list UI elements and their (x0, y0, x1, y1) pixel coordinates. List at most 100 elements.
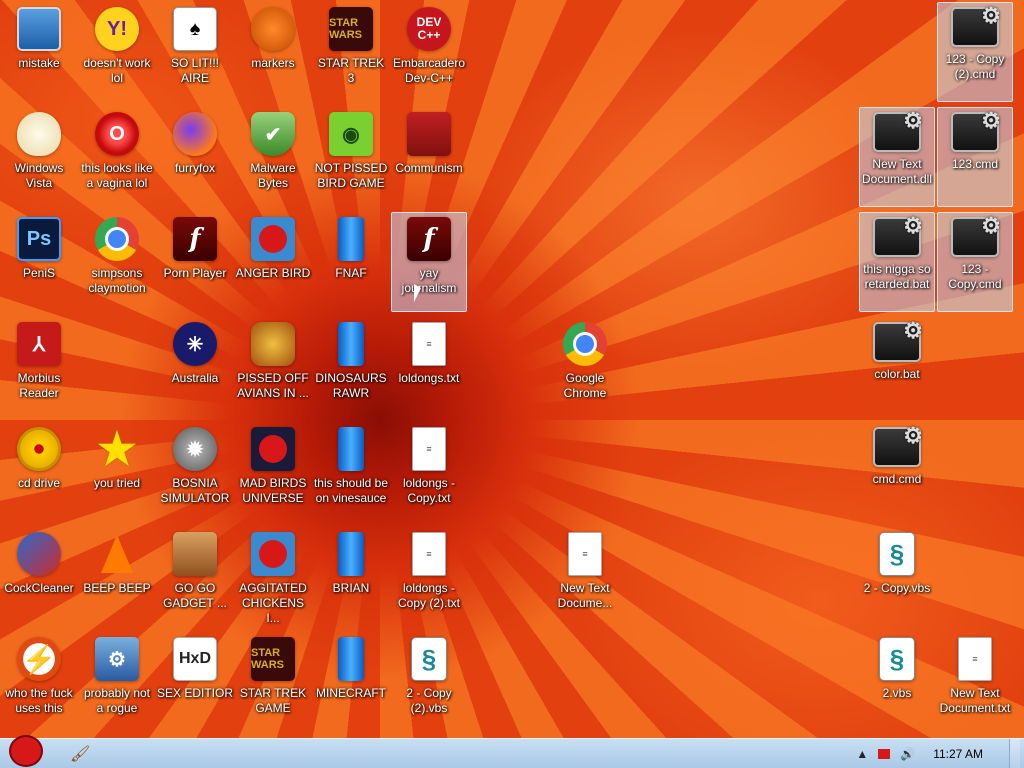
app-icon (951, 3, 1001, 47)
app-icon (951, 108, 1001, 152)
desktop-icon[interactable]: DINOSAURS RAWR (313, 317, 389, 417)
desktop-icon[interactable]: f yay journalism (391, 212, 467, 312)
desktop-icon[interactable]: ⅄ Morbius Reader (1, 317, 77, 417)
desktop-icon[interactable]: 123 - Copy.cmd (937, 212, 1013, 312)
desktop-icon[interactable]: ≡ loldongs.txt (391, 317, 467, 417)
app-icon (873, 213, 923, 257)
app-icon (563, 322, 607, 366)
desktop-icon-label: 123 - Copy (2).cmd (945, 52, 1005, 81)
desktop-icon[interactable]: STAR WARS STAR TREK 3 (313, 2, 389, 102)
desktop-icon[interactable]: DEV C++ Embarcadero Dev-C++ (391, 2, 467, 102)
desktop-icon[interactable]: Communism (391, 107, 467, 207)
desktop-icon[interactable]: STAR WARS STAR TREK GAME (235, 632, 311, 732)
desktop-icon[interactable]: PISSED OFF AVIANS IN ... (235, 317, 311, 417)
desktop-icon[interactable]: ≡ loldongs - Copy.txt (391, 422, 467, 522)
desktop-icon[interactable]: § 2 - Copy (2).vbs (391, 632, 467, 732)
desktop-icon[interactable]: Google Chrome (547, 317, 623, 417)
flag-icon[interactable] (878, 749, 891, 759)
desktop-icon[interactable]: ✹ BOSNIA SIMULATOR (157, 422, 233, 522)
desktop-icon[interactable]: BEEP BEEP (79, 527, 155, 627)
desktop-icon[interactable]: ♠ SO LIT!!! AIRE (157, 2, 233, 102)
desktop-icon[interactable]: ≡ loldongs - Copy (2).txt (391, 527, 467, 627)
desktop-icon-label: BOSNIA SIMULATOR (160, 476, 230, 505)
app-icon: § (879, 532, 915, 576)
desktop-icon[interactable]: ⚙ probably not a rogue (79, 632, 155, 732)
desktop-icon-label: loldongs - Copy (2).txt (397, 581, 460, 610)
desktop-icon[interactable]: color.bat (859, 317, 935, 417)
desktop-icon[interactable]: ≡ New Text Docume... (547, 527, 623, 627)
desktop-icon[interactable]: simpsons claymotion (79, 212, 155, 312)
desktop-icon[interactable]: ✳ Australia (157, 317, 233, 417)
desktop-icon[interactable]: Othis looks like a vagina lol (79, 107, 155, 207)
desktop-icon-label: color.bat (874, 367, 920, 381)
app-icon (338, 217, 364, 261)
quick-launch-brush-icon[interactable]: 🖌 (70, 744, 90, 764)
desktop-icon[interactable]: mistake (1, 2, 77, 102)
desktop-icon[interactable]: cd drive (1, 422, 77, 522)
desktop-icon[interactable]: 123.cmd (937, 107, 1013, 207)
app-icon (251, 532, 295, 576)
desktop-icon[interactable]: New Text Document.dll (859, 107, 935, 207)
desktop-icon-label: New Text Document.dll (861, 157, 933, 186)
desktop-icon[interactable]: § 2 - Copy.vbs (859, 527, 935, 627)
clock[interactable]: 11:27 AM (933, 747, 983, 761)
app-icon (338, 532, 364, 576)
desktop-icon-label: AGGITATED CHICKENS I... (239, 581, 307, 625)
desktop-icon[interactable]: Windows Vista (1, 107, 77, 207)
taskbar: 🖌 ▲ 🔊 11:27 AM (0, 735, 1024, 768)
app-icon: Ps (17, 217, 61, 261)
desktop-icon[interactable]: ★ you tried (79, 422, 155, 522)
show-hidden-icons-arrow-icon[interactable]: ▲ (856, 747, 868, 761)
desktop-icon[interactable]: ANGER BIRD (235, 212, 311, 312)
desktop-icon[interactable]: 123 - Copy (2).cmd (937, 2, 1013, 102)
desktop-icon-label: cmd.cmd (872, 472, 922, 486)
desktop-icon[interactable]: § 2.vbs (859, 632, 935, 732)
desktop-icon[interactable]: MAD BIRDS UNIVERSE (235, 422, 311, 522)
desktop-icon-label: MINECRAFT (316, 686, 386, 700)
desktop-icon[interactable]: AGGITATED CHICKENS I... (235, 527, 311, 627)
desktop-icon[interactable]: ◉ NOT PISSED BIRD GAME (313, 107, 389, 207)
desktop-icon-label: BRIAN (332, 581, 370, 595)
desktop[interactable]: mistake Y! doesn't work lol ♠ SO LIT!!! AIRE… (0, 0, 1024, 738)
app-icon (251, 427, 295, 471)
desktop-icon[interactable]: f Porn Player (157, 212, 233, 312)
app-icon: f (173, 217, 217, 261)
app-icon: Y! (95, 7, 139, 51)
desktop-icon[interactable]: Ps PeniS (1, 212, 77, 312)
desktop-icon-label: Embarcadero Dev-C++ (392, 56, 466, 85)
desktop-icon-label: PISSED OFF AVIANS IN ... (237, 371, 309, 400)
desktop-icon[interactable]: ✔ Malware Bytes (235, 107, 311, 207)
show-desktop-button[interactable] (1009, 739, 1020, 768)
desktop-icon[interactable]: HxD SEX EDITIOR (157, 632, 233, 732)
desktop-icon-label: New Text Docume... (557, 581, 613, 610)
volume-icon[interactable]: 🔊 (900, 747, 915, 761)
desktop-icon[interactable]: this should be on vinesauce (313, 422, 389, 522)
desktop-icon[interactable]: CockCleaner (1, 527, 77, 627)
desktop-icon[interactable]: ≡ New Text Document.txt (937, 632, 1013, 732)
desktop-icon-label: Morbius Reader (17, 371, 61, 400)
app-icon: ≡ (958, 637, 992, 681)
app-icon (951, 213, 1001, 257)
desktop-icon[interactable]: this nigga so retarded.bat (859, 212, 935, 312)
app-icon (251, 217, 295, 261)
desktop-icon-label: 123.cmd (951, 157, 999, 171)
app-icon: ≡ (568, 532, 602, 576)
app-icon: ≡ (412, 322, 446, 366)
desktop-icon[interactable]: BRIAN (313, 527, 389, 627)
desktop-icon[interactable]: GO GO GADGET ... (157, 527, 233, 627)
desktop-icon-label: loldongs.txt (398, 371, 460, 385)
desktop-icon[interactable]: cmd.cmd (859, 422, 935, 522)
app-icon (95, 217, 139, 261)
desktop-icon-label: DINOSAURS RAWR (315, 371, 387, 400)
start-button[interactable] (2, 733, 50, 768)
app-icon (251, 322, 295, 366)
desktop-icon[interactable]: ⚡ who the fuck uses this (1, 632, 77, 732)
desktop-icon[interactable]: MINECRAFT (313, 632, 389, 732)
desktop-icon[interactable]: FNAF (313, 212, 389, 312)
desktop-icon-label: BEEP BEEP (83, 581, 151, 595)
desktop-icon-label: STAR TREK 3 (317, 56, 385, 85)
desktop-icon[interactable]: furryfox (157, 107, 233, 207)
desktop-icon-label: this looks like a vagina lol (81, 161, 153, 190)
desktop-icon[interactable]: Y! doesn't work lol (79, 2, 155, 102)
desktop-icon[interactable]: markers (235, 2, 311, 102)
